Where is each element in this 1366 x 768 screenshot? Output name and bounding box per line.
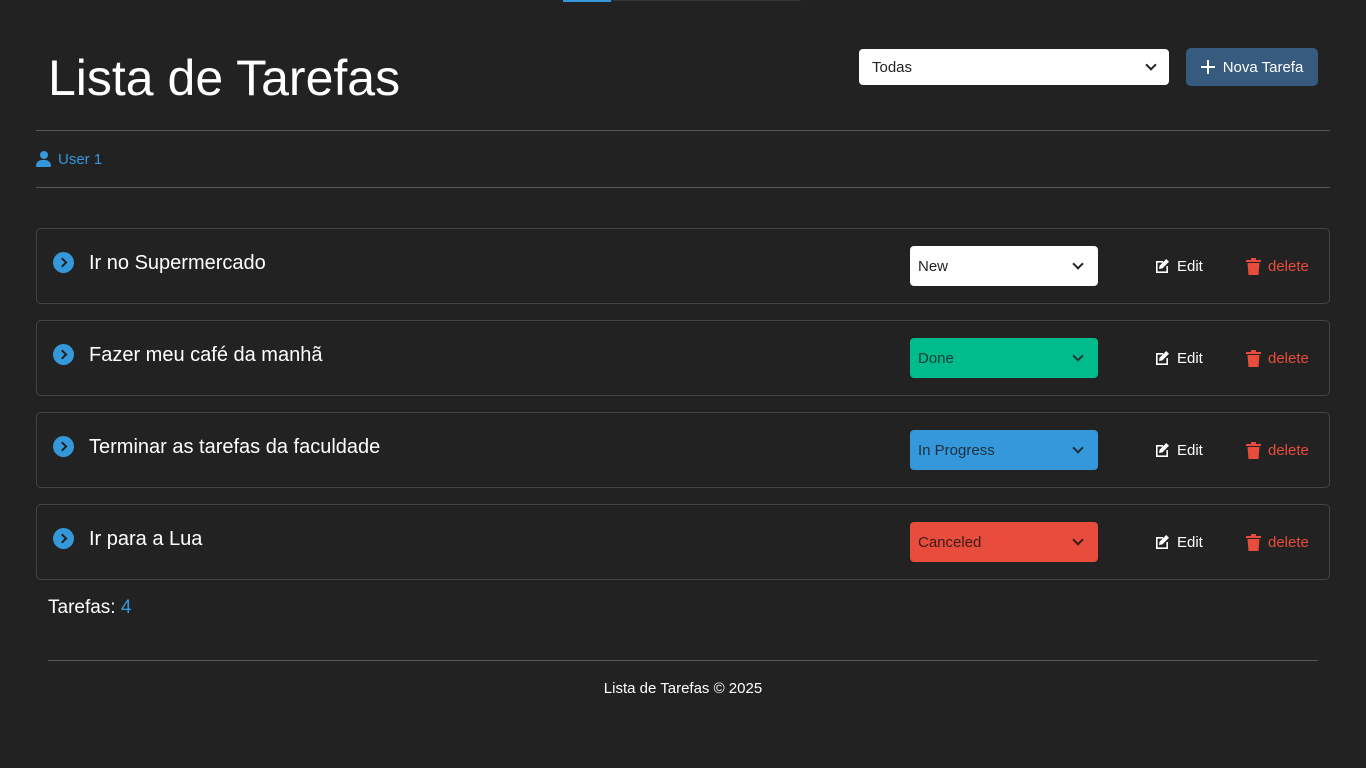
task-title: Ir para a Lua [89, 528, 203, 550]
chevron-down-icon [1072, 533, 1084, 546]
delete-label: delete [1268, 441, 1309, 459]
trash-icon [1246, 441, 1261, 459]
edit-icon [1154, 258, 1170, 274]
task-status-select[interactable]: Done [910, 338, 1098, 378]
delete-button[interactable]: delete [1246, 440, 1309, 460]
trash-icon [1246, 349, 1261, 367]
task-count: Tarefas: 4 [48, 597, 131, 619]
chevron-right-icon[interactable] [53, 528, 74, 549]
status-filter-select[interactable]: Todas [859, 49, 1169, 85]
task-count-label: Tarefas: [48, 597, 116, 618]
trash-icon [1246, 257, 1261, 275]
top-indicator-track [611, 0, 801, 1]
edit-icon [1154, 350, 1170, 366]
task-count-value: 4 [120, 597, 132, 618]
delete-label: delete [1268, 533, 1309, 551]
filter-selected-value: Todas [872, 58, 913, 76]
chevron-down-icon [1072, 257, 1084, 270]
edit-button[interactable]: Edit [1154, 440, 1203, 460]
task-title: Fazer meu café da manhã [89, 344, 323, 366]
chevron-down-icon [1072, 441, 1084, 454]
task-card: Ir no Supermercado New Edit delete [36, 228, 1330, 304]
chevron-right-icon[interactable] [53, 436, 74, 457]
delete-button[interactable]: delete [1246, 256, 1309, 276]
plus-icon [1200, 60, 1215, 74]
task-card: Ir para a Lua Canceled Edit delete [36, 504, 1330, 580]
chevron-down-icon [1072, 349, 1084, 362]
delete-button[interactable]: delete [1246, 532, 1309, 552]
delete-label: delete [1268, 257, 1309, 275]
chevron-down-icon [1145, 58, 1157, 71]
task-status-select[interactable]: New [910, 246, 1098, 286]
new-task-button[interactable]: Nova Tarefa [1186, 48, 1318, 86]
task-status-value: In Progress [918, 441, 995, 459]
edit-label: Edit [1177, 441, 1203, 459]
edit-icon [1154, 534, 1170, 550]
header-divider [36, 130, 1330, 131]
delete-button[interactable]: delete [1246, 348, 1309, 368]
chevron-right-icon[interactable] [53, 252, 74, 273]
footer-text: Lista de Tarefas © 2025 [603, 680, 763, 697]
top-indicator [563, 0, 611, 2]
user-divider [36, 187, 1330, 188]
trash-icon [1246, 533, 1261, 551]
edit-button[interactable]: Edit [1154, 532, 1203, 552]
edit-label: Edit [1177, 349, 1203, 367]
delete-label: delete [1268, 349, 1309, 367]
edit-button[interactable]: Edit [1154, 348, 1203, 368]
task-status-value: Done [918, 349, 954, 367]
task-title: Ir no Supermercado [89, 252, 266, 274]
user-name: User 1 [58, 150, 103, 168]
edit-button[interactable]: Edit [1154, 256, 1203, 276]
task-status-select[interactable]: In Progress [910, 430, 1098, 470]
new-task-label: Nova Tarefa [1222, 58, 1304, 76]
user-link[interactable]: User 1 [36, 148, 102, 170]
user-icon [36, 151, 51, 167]
task-card: Fazer meu café da manhã Done Edit delete [36, 320, 1330, 396]
task-title: Terminar as tarefas da faculdade [89, 436, 381, 458]
edit-label: Edit [1177, 257, 1203, 275]
edit-icon [1154, 442, 1170, 458]
task-card: Terminar as tarefas da faculdade In Prog… [36, 412, 1330, 488]
page-title: Lista de Tarefas [48, 50, 401, 106]
chevron-right-icon[interactable] [53, 344, 74, 365]
edit-label: Edit [1177, 533, 1203, 551]
footer-divider [48, 660, 1318, 661]
task-status-value: Canceled [918, 533, 982, 551]
task-status-value: New [918, 257, 949, 275]
task-status-select[interactable]: Canceled [910, 522, 1098, 562]
